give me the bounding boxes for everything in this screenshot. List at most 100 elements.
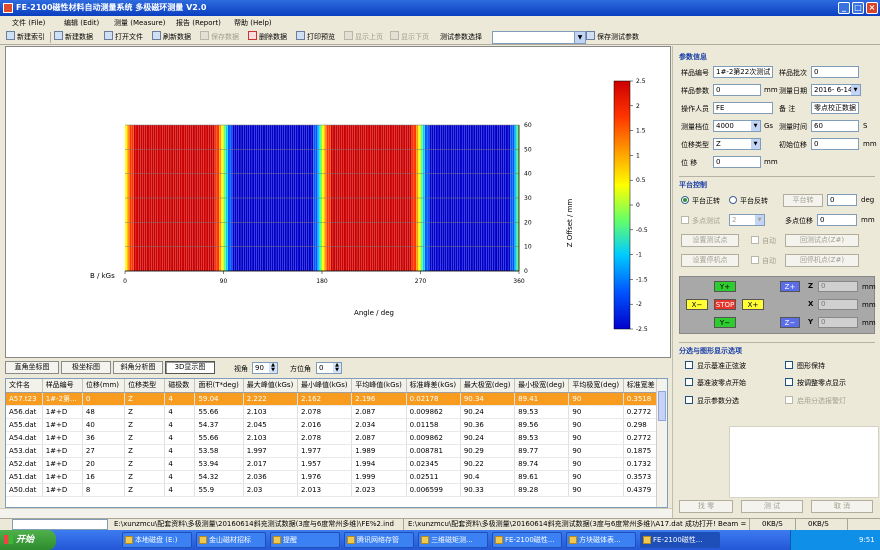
column-header[interactable]: 标准宽差 (623, 379, 658, 393)
azimuth-input[interactable]: 0 ▲ ▼ (316, 362, 342, 374)
task-item[interactable]: 腾讯网络存管 (344, 532, 414, 548)
find-zero-button[interactable]: 找 零 (679, 500, 733, 513)
disp-type-select[interactable]: Z ▼ (713, 138, 761, 150)
column-header[interactable]: 平均峰值(kGs) (351, 379, 407, 393)
sample-no-field[interactable]: 1#-2第22次测试 (713, 66, 773, 78)
column-header[interactable]: 样品编号 (42, 379, 83, 393)
table-row[interactable]: A54.dat 1#+D 36 Z 4 55.66 2.103 2.078 2.087 0.009… (6, 431, 658, 445)
column-header[interactable]: 标准峰差(kGs) (406, 379, 461, 393)
multipoint-select[interactable]: 2 ▼ (729, 214, 765, 226)
sample-param-field[interactable]: 0 (713, 84, 761, 96)
rot-forward-radio[interactable] (681, 196, 689, 204)
column-header[interactable]: 位移(mm) (82, 379, 126, 393)
table-row[interactable]: A55.dat 1#+D 40 Z 4 54.37 2.045 2.016 2.034 0.011… (6, 418, 658, 432)
table-row[interactable]: A53.dat 1#+D 27 Z 4 53.58 1.997 1.977 1.989 0.008… (6, 444, 658, 458)
y-minus-key[interactable]: Y− (714, 317, 736, 328)
next-page-button[interactable]: 显示下页 (390, 31, 429, 44)
new-data-button[interactable]: 新建数据 (54, 31, 93, 44)
menu-measure[interactable]: 测量 (Measure) (114, 16, 165, 30)
multipoint-checkbox[interactable] (681, 216, 689, 224)
opt-sine-checkbox[interactable] (685, 361, 693, 369)
range-select[interactable]: 4000 ▼ (713, 120, 761, 132)
rotate-button[interactable]: 平台转 (783, 194, 823, 207)
tab-cartesian[interactable]: 直角坐标图 (5, 361, 59, 374)
table-row[interactable]: A51.dat 1#+D 16 Z 4 54.32 2.036 1.976 1.999 0.025… (6, 470, 658, 484)
column-header[interactable]: 最大峰值(kGs) (243, 379, 299, 393)
task-item[interactable]: 方块磁体表... (566, 532, 636, 548)
opt-sort-checkbox[interactable] (685, 396, 693, 404)
close-button[interactable]: × (866, 2, 878, 14)
cancel-button[interactable]: 取 消 (811, 500, 873, 513)
status-input[interactable] (12, 519, 108, 530)
rot-reverse-radio[interactable] (729, 196, 737, 204)
auto-stop-checkbox[interactable] (751, 256, 759, 264)
new-index-button[interactable]: 新建索引 (6, 31, 45, 44)
maximize-button[interactable]: □ (852, 2, 864, 14)
open-file-button[interactable]: 打开文件 (104, 31, 143, 44)
column-header[interactable]: 平均极宽(deg) (568, 379, 624, 393)
table-row[interactable]: A57.t23 1#-2第... 0 Z 4 59.04 2.222 2.162 2.196 0.… (6, 392, 658, 406)
menu-edit[interactable]: 编辑 (Edit) (64, 16, 99, 30)
tab-polar[interactable]: 极坐标图 (61, 361, 111, 374)
chevron-down-icon[interactable]: ▼ (751, 139, 760, 149)
disp-field[interactable]: 0 (713, 156, 761, 168)
x-plus-key[interactable]: X+ (742, 299, 764, 310)
task-item[interactable]: 三维磁矩测... (418, 532, 488, 548)
task-item[interactable]: FE-2100磁性... (492, 532, 562, 548)
task-item[interactable]: 本地磁盘 (E:) (122, 532, 192, 548)
refresh-data-button[interactable]: 刷新数据 (152, 31, 191, 44)
set-test-point-button[interactable]: 设置测试点 (681, 234, 739, 247)
spinner-icon[interactable]: ▲ ▼ (333, 363, 341, 373)
print-preview-button[interactable]: 打印预览 (296, 31, 335, 44)
column-header[interactable]: 最小峰值(kGs) (297, 379, 353, 393)
opt-alarm-checkbox[interactable] (785, 396, 793, 404)
menu-help[interactable]: 帮助 (Help) (234, 16, 272, 30)
auto-test-checkbox[interactable] (751, 236, 759, 244)
stop-key[interactable]: STOP (714, 299, 736, 310)
column-header[interactable]: 磁极数 (164, 379, 196, 393)
menu-report[interactable]: 报告 (Report) (176, 16, 221, 30)
prev-page-button[interactable]: 显示上页 (344, 31, 383, 44)
table-horizontal-scrollbar[interactable] (0, 508, 672, 518)
scroll-thumb[interactable] (658, 391, 666, 421)
opt-adjust-zero-checkbox[interactable] (785, 378, 793, 386)
set-stop-point-button[interactable]: 设置停机点 (681, 254, 739, 267)
multi-disp-field[interactable]: 0 (817, 214, 857, 226)
batch-field[interactable]: 0 (811, 66, 859, 78)
chevron-down-icon[interactable]: ▼ (751, 121, 760, 131)
date-picker[interactable]: 2016- 6-14 ▼ (811, 84, 861, 96)
spinner-icon[interactable]: ▲ ▼ (269, 363, 277, 373)
column-header[interactable]: 最大极宽(deg) (460, 379, 516, 393)
rotate-field[interactable]: 0 (827, 194, 857, 206)
column-header[interactable]: 最小极宽(deg) (514, 379, 570, 393)
opt-zero-start-checkbox[interactable] (685, 378, 693, 386)
minimize-button[interactable]: _ (838, 2, 850, 14)
z-plus-key[interactable]: Z+ (780, 281, 800, 292)
table-row[interactable]: A56.dat 1#+D 48 Z 4 55.66 2.103 2.078 2.087 0.009… (6, 405, 658, 419)
table-row[interactable]: A50.dat 1#+D 8 Z 4 55.9 2.03 2.013 2.023 0.006599… (6, 483, 658, 497)
chevron-down-icon[interactable]: ▼ (755, 215, 764, 225)
opt-hold-checkbox[interactable] (785, 361, 793, 369)
save-params-button[interactable]: 保存测试参数 (586, 31, 639, 44)
z-minus-key[interactable]: Z− (780, 317, 800, 328)
task-item[interactable]: 金山磁材招标 (196, 532, 266, 548)
y-plus-key[interactable]: Y+ (714, 281, 736, 292)
x-minus-key[interactable]: X− (686, 299, 708, 310)
test-param-select[interactable]: ▼ (492, 31, 586, 44)
test-button[interactable]: 测 试 (741, 500, 803, 513)
init-disp-field[interactable]: 0 (811, 138, 859, 150)
column-header[interactable]: 文件名 (6, 379, 43, 393)
table-vertical-scrollbar[interactable] (656, 379, 667, 507)
chevron-down-icon[interactable]: ▼ (851, 85, 860, 95)
table-row[interactable]: A52.dat 1#+D 20 Z 4 53.94 2.017 1.957 1.994 0.023… (6, 457, 658, 471)
tab-oblique[interactable]: 斜角分析图 (113, 361, 163, 374)
operator-field[interactable]: FE (713, 102, 773, 114)
task-item-active[interactable]: FE-2100磁性... (640, 532, 720, 548)
return-stop-point-button[interactable]: 回停机点(Z#) (785, 254, 859, 267)
column-header[interactable]: 位移类型 (124, 379, 166, 393)
task-item[interactable]: 提醒 (270, 532, 340, 548)
time-field[interactable]: 60 (811, 120, 859, 132)
menu-file[interactable]: 文件 (File) (12, 16, 45, 30)
remark-field[interactable]: 零点校正数据 (811, 102, 859, 114)
tab-3d[interactable]: 3D显示图 (165, 361, 215, 374)
